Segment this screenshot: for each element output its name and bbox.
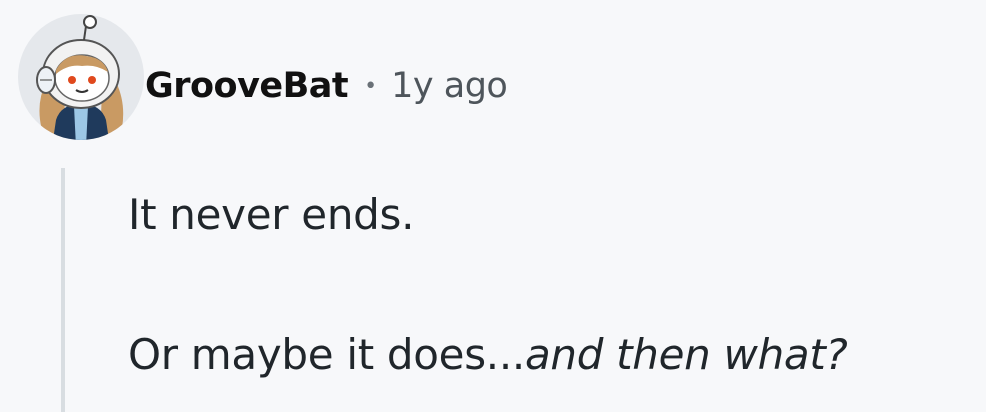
snoo-avatar-icon (18, 14, 144, 140)
comment-body-paragraph: Or maybe it does...and then what? (128, 330, 848, 379)
comment-body-paragraph: It never ends. (128, 190, 415, 239)
author-username[interactable]: GrooveBat (145, 66, 349, 106)
comment-header: GrooveBat • 1y ago (145, 62, 508, 110)
comment-body-text: Or maybe it does... (128, 330, 525, 379)
thread-line[interactable] (61, 168, 65, 412)
meta-separator: • (364, 73, 378, 99)
user-avatar[interactable] (16, 12, 146, 142)
comment-timestamp[interactable]: 1y ago (391, 66, 508, 106)
comment-body-italic-text: and then what? (524, 330, 848, 379)
